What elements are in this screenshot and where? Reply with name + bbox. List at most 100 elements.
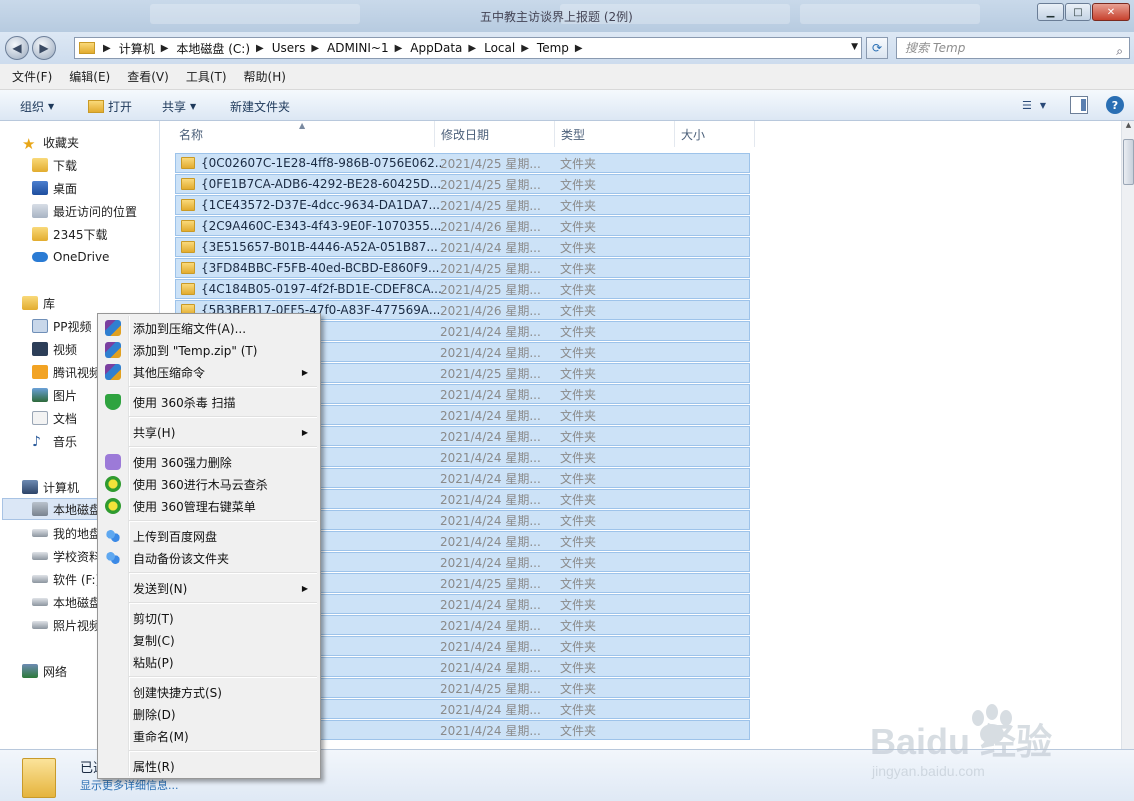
column-header-size[interactable]: 大小 bbox=[675, 121, 755, 147]
scroll-thumb[interactable] bbox=[1123, 139, 1134, 185]
breadcrumb-admin[interactable]: ADMINI~1 bbox=[327, 41, 389, 55]
back-button[interactable]: ◀ bbox=[5, 36, 29, 60]
context-menu-item[interactable]: 添加到压缩文件(A)... bbox=[100, 317, 318, 339]
file-row[interactable]: {4C184B05-0197-4f2f-BD1E-CDEF8CA... 2021/… bbox=[175, 279, 750, 299]
nav-pictures[interactable]: 图片 bbox=[32, 384, 77, 406]
breadcrumb-separator[interactable]: ▶ bbox=[575, 43, 583, 54]
breadcrumb-separator[interactable]: ▶ bbox=[468, 43, 476, 54]
context-menu-item[interactable]: 添加到 "Temp.zip" (T) bbox=[100, 339, 318, 361]
file-row[interactable]: {3E515657-B01B-4446-A52A-051B87... 2021/4… bbox=[175, 237, 750, 257]
menu-tools[interactable]: 工具(T) bbox=[186, 68, 227, 85]
context-menu-item[interactable]: 上传到百度网盘 bbox=[100, 525, 318, 547]
context-menu-item[interactable]: 剪切(T) bbox=[100, 607, 318, 629]
context-menu-item[interactable]: 自动备份该文件夹 bbox=[100, 547, 318, 569]
nav-drive-d[interactable]: 我的地盘 bbox=[32, 522, 101, 544]
menu-edit[interactable]: 编辑(E) bbox=[69, 68, 110, 85]
nav-tencent-video[interactable]: 腾讯视频 bbox=[32, 361, 101, 383]
nav-computer[interactable]: 计算机 bbox=[22, 476, 79, 498]
file-name: {1CE43572-D37E-4dcc-9634-DA1DA7... bbox=[201, 198, 440, 212]
breadcrumb-users[interactable]: Users bbox=[272, 41, 306, 55]
breadcrumb-separator[interactable]: ▶ bbox=[395, 43, 403, 54]
breadcrumb-appdata[interactable]: AppData bbox=[410, 41, 462, 55]
nav-documents[interactable]: 文档 bbox=[32, 407, 77, 429]
context-menu-label: 使用 360进行木马云查杀 bbox=[133, 477, 268, 492]
nav-libraries[interactable]: 库 bbox=[22, 292, 55, 314]
breadcrumb-separator[interactable]: ▶ bbox=[256, 43, 264, 54]
nav-downloads[interactable]: 下载 bbox=[32, 154, 77, 176]
breadcrumb-local-disk[interactable]: 本地磁盘 (C:) bbox=[176, 40, 250, 57]
file-row[interactable]: {0C02607C-1E28-4ff8-986B-0756E062... 2021… bbox=[175, 153, 750, 173]
context-menu-item[interactable]: 共享(H) ▶ bbox=[100, 421, 318, 443]
close-button[interactable]: ✕ bbox=[1092, 3, 1130, 21]
breadcrumb-separator[interactable]: ▶ bbox=[311, 43, 319, 54]
vertical-scrollbar[interactable]: ▲ bbox=[1121, 121, 1134, 749]
breadcrumb-computer[interactable]: 计算机 bbox=[119, 40, 155, 57]
drive-icon bbox=[32, 621, 48, 629]
context-menu-item[interactable]: 其他压缩命令 ▶ bbox=[100, 361, 318, 383]
more-info-link[interactable]: 显示更多详细信息... bbox=[80, 777, 179, 793]
file-row[interactable]: {0FE1B7CA-ADB6-4292-BE28-60425D... 2021/4… bbox=[175, 174, 750, 194]
nav-drive-h[interactable]: 照片视频 bbox=[32, 614, 101, 636]
column-header-date[interactable]: 修改日期 bbox=[435, 121, 555, 147]
nav-drive-f[interactable]: 软件 (F:) bbox=[32, 568, 100, 590]
context-menu-item[interactable]: 使用 360管理右键菜单 bbox=[100, 495, 318, 517]
menu-view[interactable]: 查看(V) bbox=[127, 68, 169, 85]
nav-music[interactable]: ♪ 音乐 bbox=[32, 430, 77, 452]
breadcrumb-separator[interactable]: ▶ bbox=[161, 43, 169, 54]
column-header-name[interactable]: 名称 bbox=[161, 121, 435, 147]
address-bar[interactable]: ▶ 计算机 ▶ 本地磁盘 (C:) ▶ Users ▶ ADMINI~1 ▶ AppDa… bbox=[74, 37, 862, 59]
file-type: 文件夹 bbox=[560, 387, 597, 402]
nav-desktop[interactable]: 桌面 bbox=[32, 177, 77, 199]
nav-network[interactable]: 网络 bbox=[22, 660, 67, 682]
refresh-button[interactable]: ⟳ bbox=[866, 37, 888, 59]
context-menu-item[interactable]: 使用 360进行木马云查杀 bbox=[100, 473, 318, 495]
search-input[interactable]: 搜索 Temp ⌕ bbox=[896, 37, 1130, 59]
context-menu-item[interactable]: 删除(D) bbox=[100, 703, 318, 725]
context-menu-item[interactable]: 粘贴(P) bbox=[100, 651, 318, 673]
context-menu-item[interactable]: 重命名(M) bbox=[100, 725, 318, 747]
nav-favorites[interactable]: ★ 收藏夹 bbox=[22, 131, 79, 153]
search-icon[interactable]: ⌕ bbox=[1116, 41, 1123, 61]
nav-onedrive[interactable]: OneDrive bbox=[32, 246, 109, 268]
menu-help[interactable]: 帮助(H) bbox=[244, 68, 286, 85]
context-menu-item[interactable]: 使用 360强力删除 bbox=[100, 451, 318, 473]
new-folder-button[interactable]: 新建文件夹 bbox=[230, 98, 290, 115]
nav-videos[interactable]: 视频 bbox=[32, 338, 77, 360]
refresh-icon: ⟳ bbox=[871, 41, 883, 55]
nav-recent[interactable]: 最近访问的位置 bbox=[32, 200, 137, 222]
share-button[interactable]: 共享 ▼ bbox=[162, 98, 196, 115]
nav-pp-video[interactable]: PP视频 bbox=[32, 315, 91, 337]
context-menu-item[interactable]: 创建快捷方式(S) bbox=[100, 681, 318, 703]
breadcrumb-separator[interactable]: ▶ bbox=[521, 43, 529, 54]
nav-2345-downloads[interactable]: 2345下载 bbox=[32, 223, 108, 245]
forward-button[interactable]: ▶ bbox=[32, 36, 56, 60]
nav-music-label: 音乐 bbox=[53, 434, 78, 449]
maximize-button[interactable]: □ bbox=[1065, 3, 1091, 21]
view-options-button[interactable]: ☰ ▼ bbox=[1014, 96, 1054, 114]
scroll-up-icon[interactable]: ▲ bbox=[1122, 121, 1134, 137]
nav-drive-e[interactable]: 学校资料 bbox=[32, 545, 101, 567]
context-menu-item[interactable]: 发送到(N) ▶ bbox=[100, 577, 318, 599]
title-bar: 五中教主访谈界上报题 (2例) ▁ □ ✕ bbox=[0, 0, 1134, 32]
drive-icon bbox=[32, 575, 48, 583]
chevron-down-icon[interactable]: ▼ bbox=[851, 42, 858, 52]
menu-bar: 文件(F) 编辑(E) 查看(V) 工具(T) 帮助(H) bbox=[0, 64, 1134, 90]
preview-pane-button[interactable] bbox=[1070, 96, 1088, 114]
breadcrumb-local[interactable]: Local bbox=[484, 41, 515, 55]
breadcrumb-separator[interactable]: ▶ bbox=[103, 43, 111, 54]
file-row[interactable]: {2C9A460C-E343-4f43-9E0F-1070355... 2021/… bbox=[175, 216, 750, 236]
context-menu-item[interactable]: 复制(C) bbox=[100, 629, 318, 651]
context-menu-item[interactable]: 使用 360杀毒 扫描 bbox=[100, 391, 318, 413]
file-row[interactable]: {3FD84BBC-F5FB-40ed-BCBD-E860F9... 2021/4… bbox=[175, 258, 750, 278]
chevron-down-icon: ▼ bbox=[48, 102, 55, 111]
context-menu-item[interactable]: 属性(R) bbox=[100, 755, 318, 777]
open-button[interactable]: 打开 bbox=[88, 98, 132, 115]
file-row[interactable]: {1CE43572-D37E-4dcc-9634-DA1DA7... 2021/4… bbox=[175, 195, 750, 215]
menu-file[interactable]: 文件(F) bbox=[12, 68, 52, 85]
minimize-button[interactable]: ▁ bbox=[1037, 3, 1064, 21]
nav-drive-g[interactable]: 本地磁盘 bbox=[32, 591, 101, 613]
help-button[interactable]: ? bbox=[1106, 96, 1124, 114]
column-header-type[interactable]: 类型 bbox=[555, 121, 675, 147]
organize-button[interactable]: 组织 ▼ bbox=[20, 98, 54, 115]
breadcrumb-temp[interactable]: Temp bbox=[537, 41, 569, 55]
